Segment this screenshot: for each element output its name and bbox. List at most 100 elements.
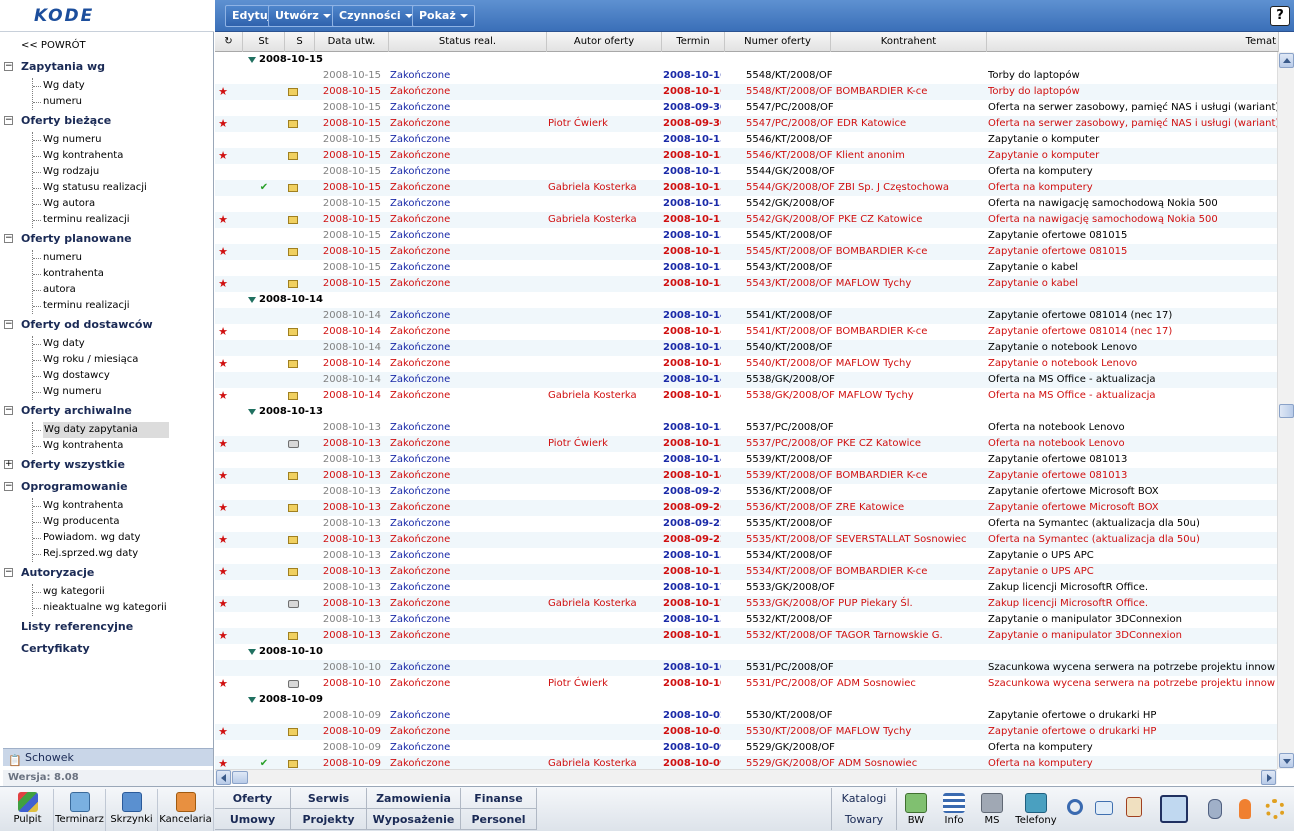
module-finance[interactable]: Finanse [461,788,537,809]
create-menu-button[interactable]: Utwórz [268,5,338,27]
note-icon[interactable] [288,392,298,400]
note-icon[interactable] [288,88,298,96]
tree-item[interactable]: Wg kontrahenta [33,498,214,514]
tree-item[interactable]: terminu realizacji [33,212,214,228]
table-row[interactable]: ★ 2008-10-13 Zakończone 2008-10-13 5534/KT/2… [215,564,1277,580]
collapse-icon[interactable]: − [4,62,13,71]
table-row[interactable]: 2008-10-13 Zakończone 2008-09-22 5535/KT/20… [215,516,1277,532]
tree-item[interactable]: Wg autora [33,196,214,212]
scroll-left-button[interactable] [216,770,231,785]
vertical-scroll-thumb[interactable] [1279,404,1294,418]
collapse-triangle-icon[interactable] [248,697,256,703]
column-header-created-date[interactable]: Data utw. [315,32,389,52]
tree-item[interactable]: autora [33,282,214,298]
collapse-triangle-icon[interactable] [248,649,256,655]
tree-item[interactable]: Wg dostawcy [33,368,214,384]
tree-item[interactable]: numeru [33,94,214,110]
table-row[interactable]: ★ 2008-10-10 Zakończone Piotr Ćwierk 2008-10… [215,676,1277,692]
table-row[interactable]: 2008-10-14 Zakończone 2008-10-14 5541/KT/20… [215,308,1277,324]
horizontal-scrollbar[interactable] [215,769,1277,785]
scroll-right-button[interactable] [1261,770,1276,785]
table-row[interactable]: ★ 2008-10-15 Zakończone 2008-10-15 5546/KT/2… [215,148,1277,164]
table-row[interactable]: 2008-10-13 Zakończone 2008-10-14 5539/KT/20… [215,452,1277,468]
note-icon[interactable] [288,632,298,640]
tree-section-header[interactable]: Certyfikaty [0,638,214,660]
database-button[interactable] [1204,789,1226,831]
mail-button[interactable] [1092,789,1116,831]
calendar-button[interactable]: Terminarz [54,789,106,831]
table-row[interactable]: ★ 2008-10-14 Zakończone 2008-10-14 5541/KT/2… [215,324,1277,340]
collapse-icon[interactable]: − [4,406,13,415]
note-icon[interactable] [288,328,298,336]
tree-item[interactable]: Wg numeru [33,132,214,148]
table-row[interactable]: ✔ 2008-10-15 Zakończone Gabriela Kosterka 20… [215,180,1277,196]
column-header-topic[interactable]: Temat [987,32,1279,52]
collapse-icon[interactable]: − [4,234,13,243]
table-row[interactable]: 2008-10-09 Zakończone 2008-10-02 5530/KT/20… [215,708,1277,724]
table-row[interactable]: 2008-10-15 Zakończone 2008-10-16 5548/KT/20… [215,68,1277,84]
goods-button[interactable]: Towary [831,809,897,830]
bw-button[interactable]: BW [898,789,934,831]
module-personnel[interactable]: Personel [461,809,537,830]
table-row[interactable]: 2008-10-15 Zakończone 2008-10-15 5542/GK/20… [215,196,1277,212]
collapse-icon[interactable]: − [4,568,13,577]
table-row[interactable]: ★ 2008-10-15 Zakończone Piotr Ćwierk 2008-09… [215,116,1277,132]
module-projects[interactable]: Projekty [291,809,367,830]
table-row[interactable]: 2008-10-09 Zakończone 2008-10-09 5529/GK/20… [215,740,1277,756]
tree-item[interactable]: Wg kontrahenta [33,148,214,164]
tree-item[interactable]: terminu realizacji [33,298,214,314]
search-button[interactable] [1064,789,1086,831]
group-row[interactable]: 2008-10-15 [215,52,1277,68]
note-icon[interactable] [288,568,298,576]
tree-section-header[interactable]: − Oferty archiwalne [0,400,214,422]
column-header-deadline[interactable]: Termin [662,32,725,52]
table-row[interactable]: 2008-10-10 Zakończone 2008-10-10 5531/PC/20… [215,660,1277,676]
table-row[interactable]: 2008-10-13 Zakończone 2008-09-26 5536/KT/20… [215,484,1277,500]
back-link[interactable]: << POWRÓT [21,40,86,51]
column-header-contractor[interactable]: Kontrahent [831,32,987,52]
camera-icon[interactable] [287,600,299,608]
actions-menu-button[interactable]: Czynności [332,5,420,27]
note-icon[interactable] [288,120,298,128]
column-header-status[interactable]: Status real. [389,32,547,52]
desktop-button[interactable]: Pulpit [2,789,54,831]
tree-item[interactable]: Wg producenta [33,514,214,530]
collapse-icon[interactable]: − [4,116,13,125]
table-row[interactable]: ★ 2008-10-15 Zakończone 2008-10-16 5548/KT/2… [215,84,1277,100]
tree-item[interactable]: Wg kontrahenta [33,438,214,454]
column-header-author[interactable]: Autor oferty [547,32,662,52]
note-icon[interactable] [288,504,298,512]
group-row[interactable]: 2008-10-10 [215,644,1277,660]
tree-item[interactable]: Wg daty zapytania [33,422,214,438]
table-row[interactable]: 2008-10-14 Zakończone 2008-10-14 5540/KT/20… [215,340,1277,356]
catalogs-button[interactable]: Katalogi [831,788,897,809]
group-row[interactable]: 2008-10-13 [215,404,1277,420]
tree-item[interactable]: Rej.sprzed.wg daty [33,546,214,562]
tree-item[interactable]: Wg numeru [33,384,214,400]
table-row[interactable]: ★ 2008-10-13 Zakończone 2008-10-13 5532/KT/2… [215,628,1277,644]
table-row[interactable]: 2008-10-13 Zakończone 2008-10-13 5532/KT/20… [215,612,1277,628]
vertical-scrollbar[interactable] [1277,52,1294,769]
table-row[interactable]: ★ 2008-10-09 Zakończone 2008-10-02 5530/KT/2… [215,724,1277,740]
tree-item[interactable]: Wg roku / miesiąca [33,352,214,368]
module-service[interactable]: Serwis [291,788,367,809]
column-header-st[interactable]: St [243,32,285,52]
table-row[interactable]: 2008-10-15 Zakończone 2008-10-15 5546/KT/20… [215,132,1277,148]
table-row[interactable]: 2008-10-15 Zakończone 2008-10-15 5544/GK/20… [215,164,1277,180]
collapse-triangle-icon[interactable] [248,57,256,63]
table-row[interactable]: ★ 2008-10-13 Zakończone 2008-09-26 5536/KT/2… [215,500,1277,516]
table-row[interactable]: 2008-10-13 Zakończone 2008-10-13 5537/PC/20… [215,420,1277,436]
tree-section-header[interactable]: + Oferty wszystkie [0,454,214,476]
tree-section-header[interactable]: − Autoryzacje [0,562,214,584]
expand-icon[interactable]: + [4,460,13,469]
tree-item[interactable]: numeru [33,250,214,266]
note-icon[interactable] [288,760,298,768]
table-row[interactable]: ★ 2008-10-15 Zakończone 2008-10-15 5543/KT/2… [215,276,1277,292]
map-search-button[interactable] [1156,789,1192,831]
tree-item[interactable]: wg kategorii [33,584,214,600]
ms-button[interactable]: MS [976,789,1008,831]
tree-section-header[interactable]: − Oferty bieżące [0,110,214,132]
table-row[interactable]: ★ 2008-10-13 Zakończone 2008-09-22 5535/KT/2… [215,532,1277,548]
tree-section-header[interactable]: − Oprogramowanie [0,476,214,498]
table-row[interactable]: ★ 2008-10-13 Zakończone Piotr Ćwierk 2008-10… [215,436,1277,452]
